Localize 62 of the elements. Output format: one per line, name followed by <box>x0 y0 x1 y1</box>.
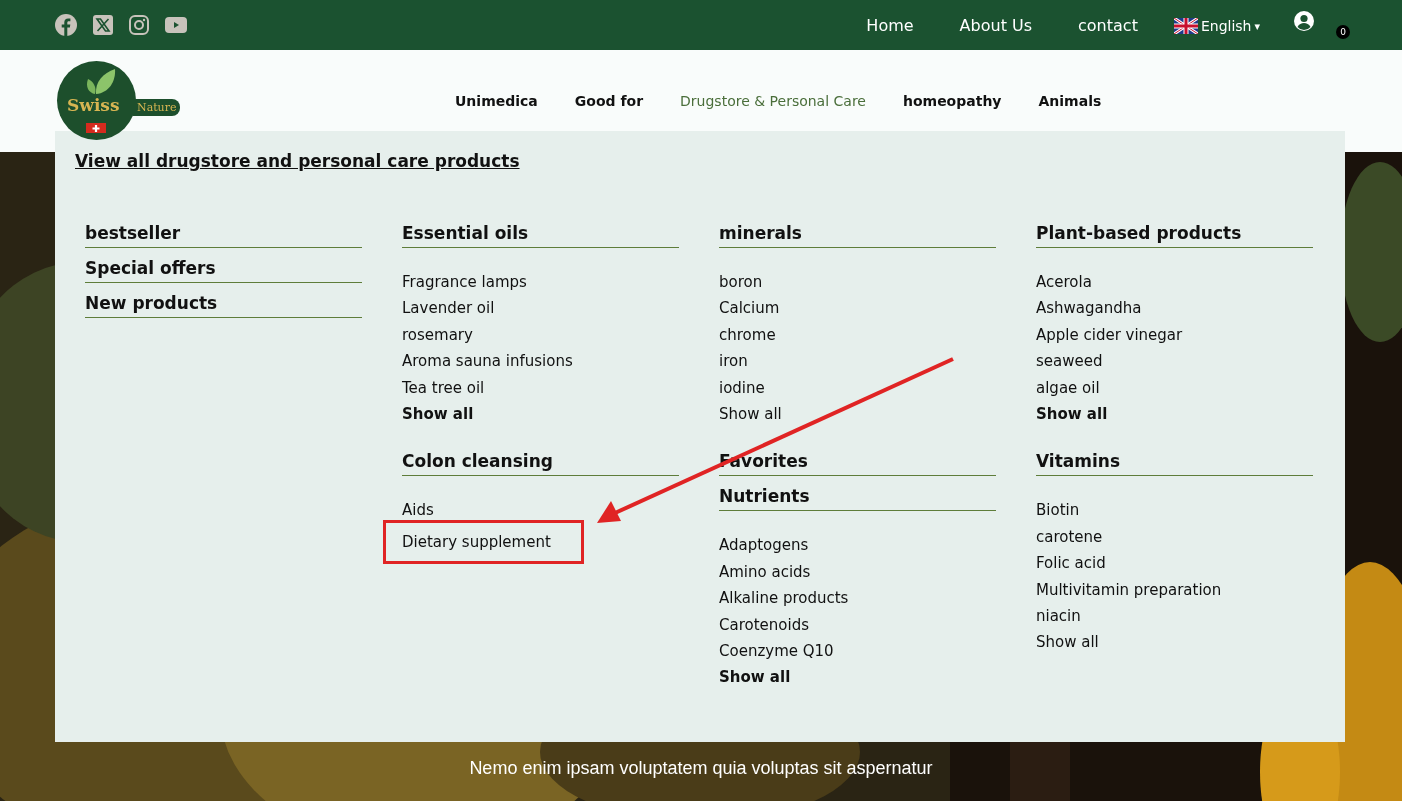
category-link[interactable]: Aroma sauna infusions <box>402 348 573 375</box>
category-link[interactable]: Folic acid <box>1036 550 1106 577</box>
swiss-flag-icon <box>86 123 106 133</box>
category-link[interactable]: Ashwagandha <box>1036 295 1142 322</box>
category-link[interactable]: Biotin <box>1036 497 1080 524</box>
category-link[interactable]: Lavender oil <box>402 295 495 322</box>
category-link[interactable]: Acerola <box>1036 269 1092 296</box>
uk-flag-icon <box>1173 18 1198 34</box>
category-link[interactable]: Show all <box>402 401 474 428</box>
category-link[interactable]: chrome <box>719 321 776 349</box>
category-link[interactable]: Show all <box>719 401 782 428</box>
top-nav-link[interactable]: About Us <box>959 15 1033 35</box>
category-link[interactable]: Carotenoids <box>719 611 809 639</box>
user-icon[interactable] <box>1294 11 1314 31</box>
youtube-icon[interactable] <box>165 17 187 33</box>
category-link[interactable]: Apple cider vinegar <box>1036 321 1183 349</box>
category-link[interactable]: Amino acids <box>719 558 811 586</box>
category-heading[interactable]: minerals <box>719 223 996 248</box>
category-link[interactable]: Multivitamin preparation <box>1036 576 1222 604</box>
category-heading[interactable]: New products <box>85 293 362 318</box>
language-selector[interactable]: English <box>1200 18 1252 34</box>
category-link[interactable]: rosemary <box>402 321 473 349</box>
logo-tagline: Nature <box>133 99 181 116</box>
hero-text: Nemo enim ipsam voluptatem quia voluptas sit aspernatur <box>468 758 934 779</box>
category-link[interactable]: Coenzyme Q10 <box>719 638 834 665</box>
category-link[interactable]: Fragrance lamps <box>402 269 527 296</box>
x-icon[interactable] <box>93 15 113 35</box>
view-all-link[interactable]: View all drugstore and personal care products <box>75 151 520 171</box>
category-heading[interactable]: Nutrients <box>719 486 996 512</box>
category-heading[interactable]: Essential oils <box>402 223 679 248</box>
top-nav-link[interactable]: contact <box>1078 15 1138 35</box>
category-link[interactable]: Dietary supplement <box>383 519 584 564</box>
category-heading[interactable]: Plant-based products <box>1036 223 1313 248</box>
top-nav-link[interactable]: Home <box>866 15 914 35</box>
category-link[interactable]: iodine <box>719 374 765 402</box>
category-link[interactable]: Tea tree oil <box>402 374 485 402</box>
logo-text: Swiss <box>67 95 120 115</box>
facebook-icon[interactable] <box>55 14 77 36</box>
category-heading[interactable]: bestseller <box>85 223 362 248</box>
category-link[interactable]: Calcium <box>719 295 780 322</box>
nav-item[interactable]: Drugstore & Personal Care <box>680 93 866 109</box>
category-heading[interactable]: Vitamins <box>1036 451 1313 477</box>
category-heading[interactable]: Special offers <box>85 258 362 283</box>
category-link[interactable]: boron <box>719 269 763 296</box>
instagram-icon[interactable] <box>129 15 149 35</box>
caret-icon[interactable]: ▾ <box>1254 19 1260 33</box>
category-link[interactable]: carotene <box>1036 523 1103 551</box>
category-link[interactable]: Alkaline products <box>719 585 849 612</box>
category-link[interactable]: niacin <box>1036 603 1081 630</box>
category-heading[interactable]: Colon cleansing <box>402 451 679 477</box>
category-link[interactable]: Show all <box>719 664 791 691</box>
nav-item[interactable]: homeopathy <box>902 93 1002 109</box>
category-link[interactable]: seaweed <box>1036 348 1103 375</box>
category-link[interactable]: Adaptogens <box>719 532 809 559</box>
category-link[interactable]: Show all <box>1036 401 1108 428</box>
category-link[interactable]: iron <box>719 348 748 375</box>
nav-item[interactable]: Unimedica <box>455 93 538 109</box>
nav-item[interactable]: Animals <box>1038 93 1102 109</box>
category-link[interactable]: algae oil <box>1036 374 1100 402</box>
category-link[interactable]: Show all <box>1036 629 1099 656</box>
cart-count-badge: 0 <box>1336 25 1350 39</box>
nav-item[interactable]: Good for <box>574 93 644 109</box>
